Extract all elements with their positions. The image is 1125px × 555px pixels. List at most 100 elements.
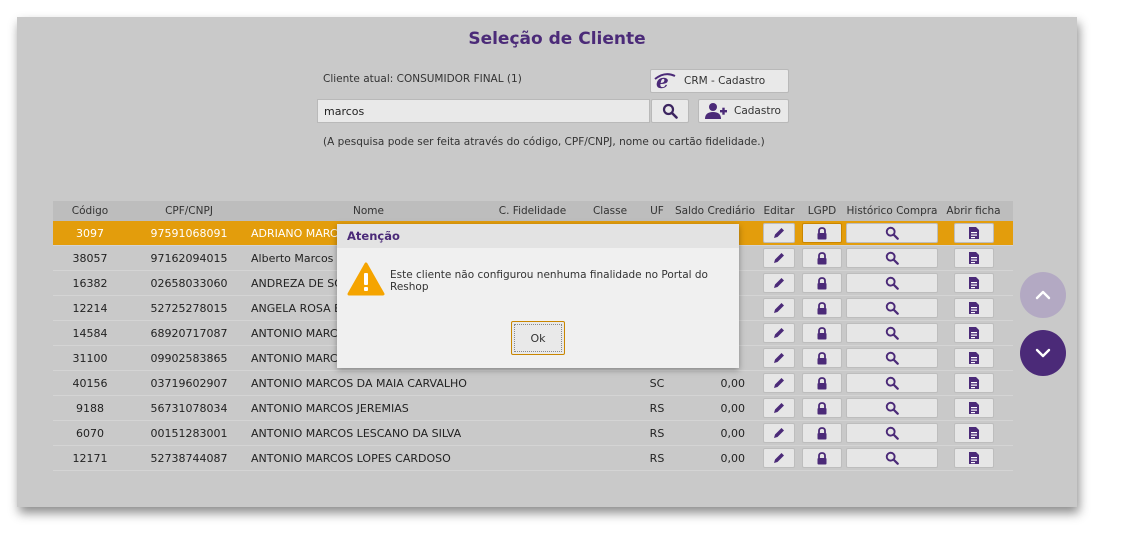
code-cell: 38057 [72,251,108,265]
name-cell: ANTONIO MARCOS DA MAIA CARVALHO [251,376,467,390]
lgpd-button[interactable] [802,248,842,268]
lock-icon [816,376,828,390]
history-button[interactable] [846,223,938,243]
code-cell: 14584 [72,326,108,340]
code-cell: 40156 [72,376,108,390]
search-icon [662,103,678,119]
open-ficha-button[interactable] [953,323,994,343]
open-ficha-button-cell [941,323,1006,343]
history-button[interactable] [846,248,938,268]
open-ficha-button[interactable] [953,373,994,393]
lgpd-button[interactable] [802,398,842,418]
search-icon [885,401,899,415]
edit-button-cell [757,223,801,243]
history-button-cell [843,248,941,268]
ok-button[interactable]: Ok [511,321,565,355]
history-button[interactable] [846,298,938,318]
lgpd-button[interactable] [802,298,842,318]
lgpd-button-cell [801,248,843,268]
lgpd-button-cell [801,323,843,343]
pencil-icon [772,276,786,290]
search-button[interactable] [651,99,689,123]
col-cpf-cnpj: CPF/CNPJ [165,205,213,217]
history-button-cell [843,273,941,293]
open-ficha-button[interactable] [953,348,994,368]
history-button[interactable] [846,398,938,418]
table-row[interactable]: 6070 00151283001 ANTONIO MARCOS LESCANO DA… [53,421,1013,446]
history-button[interactable] [846,348,938,368]
lgpd-button[interactable] [802,323,842,343]
lgpd-button[interactable] [802,348,842,368]
open-ficha-button[interactable] [953,223,994,243]
cpf-cell: 03719602907 [150,376,228,390]
ie-logo-icon: e [654,71,676,91]
col-historico: Histórico Compra [846,205,938,217]
search-icon [885,251,899,265]
edit-button[interactable] [763,373,795,393]
lgpd-button[interactable] [802,223,842,243]
table-row[interactable]: 40156 03719602907 ANTONIO MARCOS DA MAIA C… [53,371,1013,396]
table-row[interactable]: 12171 52738744087 ANTONIO MARCOS LOPES CAR… [53,446,1013,471]
lgpd-button-cell [801,298,843,318]
lgpd-button[interactable] [802,273,842,293]
edit-button[interactable] [763,298,795,318]
open-ficha-button-cell [941,448,1006,468]
lock-icon [816,276,828,290]
cpf-cell: 52725278015 [150,301,228,315]
open-ficha-button[interactable] [953,273,994,293]
edit-button[interactable] [763,423,795,443]
lgpd-button[interactable] [802,423,842,443]
edit-button[interactable] [763,248,795,268]
warning-icon [347,262,385,296]
edit-button[interactable] [763,348,795,368]
pencil-icon [772,376,786,390]
history-button-cell [843,423,941,443]
document-icon [968,276,980,290]
cpf-cell: 00151283001 [150,426,228,440]
open-ficha-button[interactable] [953,398,994,418]
search-input[interactable] [317,99,650,123]
search-icon [885,426,899,440]
document-icon [968,226,980,240]
edit-button[interactable] [763,223,795,243]
lgpd-button[interactable] [802,373,842,393]
edit-button-cell [757,298,801,318]
crm-cadastro-button[interactable]: e CRM - Cadastro [650,69,789,93]
history-button[interactable] [846,448,938,468]
open-ficha-button[interactable] [953,298,994,318]
lock-icon [816,326,828,340]
table-row[interactable]: 9188 56731078034 ANTONIO MARCOS JEREMIAS RS… [53,396,1013,421]
history-button[interactable] [846,423,938,443]
crm-cadastro-label: CRM - Cadastro [684,75,766,87]
history-button[interactable] [846,323,938,343]
history-button-cell [843,348,941,368]
history-button[interactable] [846,273,938,293]
open-ficha-button[interactable] [953,423,994,443]
scroll-down-button[interactable] [1020,330,1066,376]
open-ficha-button[interactable] [953,248,994,268]
lgpd-button-cell [801,223,843,243]
open-ficha-button-cell [941,223,1006,243]
pencil-icon [772,451,786,465]
code-cell: 3097 [76,226,104,240]
edit-button[interactable] [763,448,795,468]
col-abrir-ficha: Abrir ficha [946,205,1001,217]
lock-icon [816,351,828,365]
edit-button-cell [757,248,801,268]
document-icon [968,326,980,340]
document-icon [968,401,980,415]
cadastro-button[interactable]: Cadastro [698,99,789,123]
history-button[interactable] [846,373,938,393]
edit-button[interactable] [763,398,795,418]
dialog-title: Atenção [337,224,739,248]
saldo-cell: 0,00 [720,401,746,415]
lock-icon [816,251,828,265]
edit-button[interactable] [763,323,795,343]
saldo-cell: 0,00 [720,376,746,390]
lgpd-button[interactable] [802,448,842,468]
saldo-cell: 0,00 [720,426,746,440]
edit-button[interactable] [763,273,795,293]
scroll-up-button[interactable] [1020,272,1066,318]
cpf-cell: 02658033060 [150,276,228,290]
open-ficha-button[interactable] [953,448,994,468]
